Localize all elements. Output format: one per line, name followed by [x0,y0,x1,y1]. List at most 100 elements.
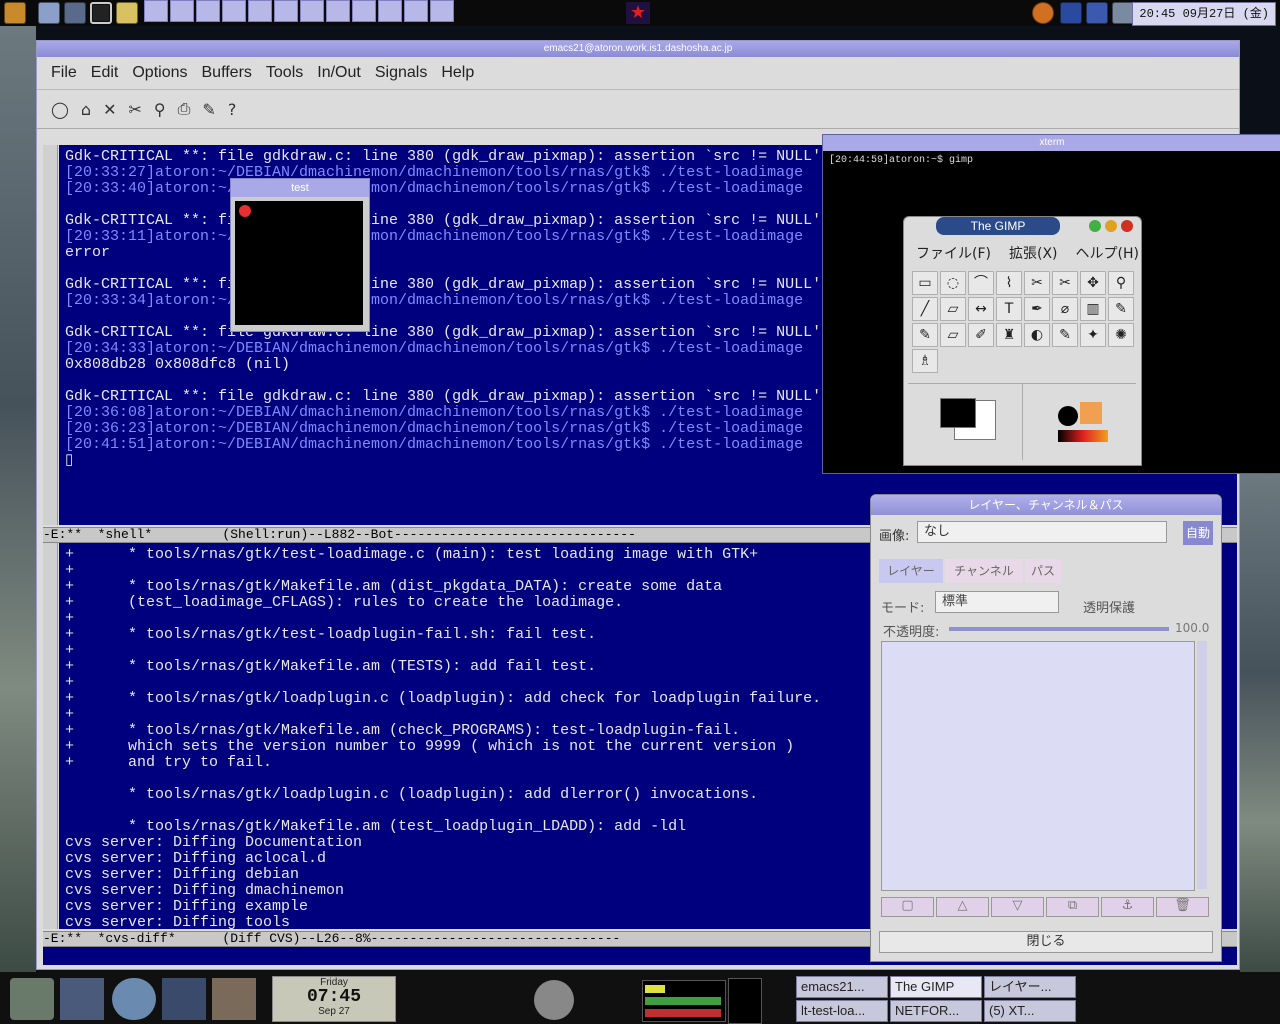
emacs-titlebar[interactable]: emacs21@atoron.work.is1.dashosha.ac.jp [37,41,1239,57]
print-icon[interactable]: ⎙ [178,99,191,119]
globe-icon[interactable] [112,978,156,1020]
mixer-icon[interactable] [534,980,574,1020]
monitor-icon[interactable] [162,978,206,1020]
gimp-tool-icon[interactable]: ✐ [968,323,994,347]
task-layers[interactable]: レイヤー... [984,976,1076,998]
menu-help[interactable]: Help [441,64,474,82]
workspace-2[interactable] [170,0,194,22]
close-window-icon[interactable] [1121,220,1133,232]
gimp-tool-icon[interactable]: ✂ [1052,271,1078,295]
gimp-tool-icon[interactable]: ✺ [1108,323,1134,347]
browser-icon[interactable] [1086,2,1108,24]
gimp-tool-icon[interactable]: ✎ [1108,297,1134,321]
gimp-tool-icon[interactable]: ⚲ [1108,271,1134,295]
gimp-tool-icon[interactable]: ⌇ [996,271,1022,295]
workspace-12[interactable] [430,0,454,22]
layer-list-scrollbar[interactable] [1197,641,1207,889]
mini-pager[interactable] [728,978,762,1024]
task-gimp[interactable]: The GIMP [890,976,982,998]
terminal-icon[interactable] [90,2,112,24]
shell-scrollbar[interactable] [43,145,58,525]
layers-titlebar[interactable]: レイヤー、チャンネル＆パス [871,495,1221,515]
spell-icon[interactable]: ✎ [202,100,215,119]
auto-button[interactable]: 自動 [1183,521,1213,545]
tab-channels[interactable]: チャンネル [945,559,1023,583]
gimp-menu-file[interactable]: ファイル(F) [916,243,991,263]
foot-menu-icon[interactable] [4,2,26,24]
workspace-8[interactable] [326,0,350,22]
task-netfor[interactable]: NETFOR... [890,1000,982,1022]
gimp-tool-icon[interactable]: ▱ [940,323,966,347]
brush-indicator[interactable] [1058,406,1078,426]
test-titlebar[interactable]: test [231,179,369,197]
task-test-loadimage[interactable]: lt-test-loa... [796,1000,888,1022]
opacity-slider[interactable] [949,627,1169,631]
gimp-menu-help[interactable]: ヘルプ(H) [1076,243,1139,263]
fg-color-swatch[interactable] [940,398,976,428]
menu-options[interactable]: Options [132,64,187,82]
workspace-6[interactable] [274,0,298,22]
gimp-tool-icon[interactable]: ♜ [996,323,1022,347]
workspace-10[interactable] [378,0,402,22]
maximize-icon[interactable] [1089,220,1101,232]
menu-signals[interactable]: Signals [375,64,427,82]
gimp-tool-icon[interactable]: ◌ [940,271,966,295]
new-layer-icon[interactable]: ▢ [881,897,934,917]
duplicate-layer-icon[interactable]: ⧉ [1046,897,1099,917]
file-manager-icon[interactable] [60,978,104,1020]
gimp-tool-icon[interactable]: ✎ [1052,323,1078,347]
workspace-4[interactable] [222,0,246,22]
menu-inout[interactable]: In/Out [317,64,361,82]
cut-icon[interactable]: ✂ [128,100,141,119]
gimp-icon[interactable] [212,978,256,1020]
disk-icon[interactable] [1060,2,1082,24]
workspace-7[interactable] [300,0,324,22]
gimp-tool-icon[interactable]: ▭ [912,271,938,295]
workspace-3[interactable] [196,0,220,22]
new-file-icon[interactable]: ◯ [51,100,69,119]
help-icon[interactable]: ? [228,100,237,119]
task-emacs[interactable]: emacs21... [796,976,888,998]
image-select[interactable]: なし [917,521,1167,543]
pattern-indicator[interactable] [1080,402,1102,424]
gimp-tool-icon[interactable]: ↔ [968,297,994,321]
workspace-5[interactable] [248,0,272,22]
sun-icon[interactable] [1032,2,1054,24]
gimp-tool-icon[interactable]: ✒ [1024,297,1050,321]
tab-layers[interactable]: レイヤー [879,559,943,583]
menu-edit[interactable]: Edit [91,64,119,82]
gimp-tool-icon[interactable]: ▱ [940,297,966,321]
gimp-tool-icon[interactable]: ╱ [912,297,938,321]
gimp-tool-icon[interactable]: ✦ [1080,323,1106,347]
gimp-tool-icon[interactable]: T [996,297,1022,321]
monitor-icon[interactable] [1112,2,1134,24]
gimp-tool-icon[interactable]: ⌀ [1052,297,1078,321]
gimp-tool-icon[interactable]: ✂ [1024,271,1050,295]
search-icon[interactable]: ⚲ [154,100,166,119]
workspace-pager[interactable] [144,0,454,24]
xterm-prompt[interactable]: [20:44:59]atoron:~$ gimp [823,151,1280,170]
gimp-tool-icon[interactable]: ▥ [1080,297,1106,321]
tab-paths[interactable]: パス [1025,559,1061,583]
gimp-tool-icon[interactable]: ✎ [912,323,938,347]
lower-layer-icon[interactable]: ▽ [991,897,1044,917]
xterm-titlebar[interactable]: xterm [823,135,1280,151]
delete-layer-icon[interactable]: 🗑 [1156,897,1209,917]
workspace-9[interactable] [352,0,376,22]
gimp-tool-icon[interactable]: ♗ [912,349,938,373]
gimp-menu-extensions[interactable]: 拡張(X) [1009,243,1058,263]
foot-menu-icon[interactable] [10,978,54,1020]
gimp-title[interactable]: The GIMP [936,217,1060,235]
diff-scrollbar[interactable] [43,541,58,929]
layer-list[interactable] [881,641,1195,891]
gimp-tool-icon[interactable]: ◐ [1024,323,1050,347]
desktop-icon[interactable] [64,2,86,24]
task-xterm[interactable]: (5) XT... [984,1000,1076,1022]
workspace-1[interactable] [144,0,168,22]
toolbox-icon[interactable] [38,2,60,24]
menu-buffers[interactable]: Buffers [202,64,252,82]
open-folder-icon[interactable]: ⌂ [81,100,91,119]
gimp-tool-icon[interactable]: ⌒ [968,271,994,295]
gimp-tool-icon[interactable]: ✥ [1080,271,1106,295]
workspace-11[interactable] [404,0,428,22]
